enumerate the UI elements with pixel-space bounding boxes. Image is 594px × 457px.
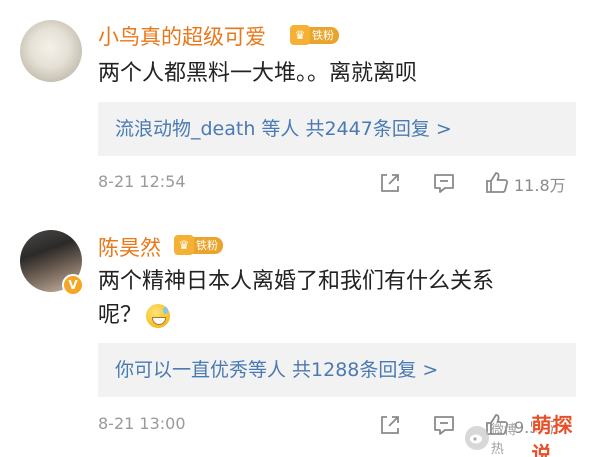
- comment-text-line-2: 呢？: [98, 299, 494, 333]
- comment-text-tail: 呢？: [98, 303, 143, 328]
- watermark-text: 微博热: [490, 422, 517, 457]
- reply-summary-link[interactable]: 流浪动物_death 等人 共2447条回复 >: [98, 102, 576, 156]
- comment-icon[interactable]: [431, 170, 457, 196]
- avatar[interactable]: [20, 20, 82, 82]
- username[interactable]: 小鸟真的超级可爱: [98, 21, 266, 51]
- fan-badge-label: 铁粉: [306, 26, 339, 44]
- fan-badge: ♛ 铁粉: [290, 25, 339, 45]
- weibo-logo-icon: [465, 425, 489, 450]
- comment-item: 小鸟真的超级可爱 ♛ 铁粉 两个人都黑料一大堆。。离就离呗 流浪动物_death…: [0, 0, 594, 228]
- fan-badge: ♛ 铁粉: [174, 235, 223, 255]
- watermark-brand: 萌探说: [531, 412, 574, 457]
- fan-badge-label: 铁粉: [190, 236, 223, 254]
- crown-icon: ♛: [290, 25, 310, 45]
- comment-text-line: 两个精神日本人离婚了和我们有什么关系: [98, 269, 495, 294]
- crown-icon: ♛: [174, 235, 194, 255]
- like-count: 11.8万: [514, 176, 566, 195]
- comment-text: 两个人都黑料一大堆。。离就离呗: [98, 61, 418, 86]
- username[interactable]: 陈昊然: [98, 232, 161, 262]
- verified-v-icon: V: [62, 274, 84, 296]
- comment-icon[interactable]: [431, 412, 457, 438]
- timestamp: 8-21 13:00: [98, 414, 186, 433]
- grin-sweat-emoji: [146, 304, 171, 328]
- share-icon[interactable]: [377, 170, 403, 196]
- watermark: 微博热 萌探说: [465, 413, 594, 457]
- like-icon[interactable]: [484, 170, 510, 196]
- comment-text: 两个精神日本人离婚了和我们有什么关系 呢？: [98, 265, 494, 333]
- share-icon[interactable]: [377, 412, 403, 438]
- timestamp: 8-21 12:54: [98, 172, 186, 191]
- reply-summary-link[interactable]: 你可以一直优秀等人 共1288条回复 >: [98, 343, 576, 397]
- comment-footer: 8-21 12:54 11.8万: [0, 168, 594, 198]
